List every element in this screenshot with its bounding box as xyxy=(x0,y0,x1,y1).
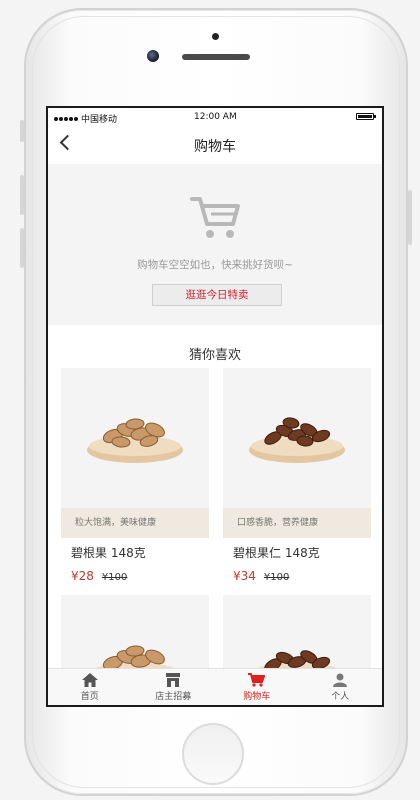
pecan-bowl-image xyxy=(87,418,183,463)
tab-cart[interactable]: 购物车 xyxy=(215,669,299,705)
tab-home[interactable]: 首页 xyxy=(48,669,132,705)
tab-label: 店主招募 xyxy=(155,692,192,702)
volume-down-button xyxy=(20,228,24,268)
volume-up-button xyxy=(20,175,24,215)
cart-icon xyxy=(248,673,266,687)
product-card[interactable]: 粒大饱满，美味健康 碧根果 148克 ¥28 ¥100 xyxy=(61,368,209,583)
home-icon xyxy=(81,673,98,687)
app-screen: 中国移动 12:00 AM 购物车 购物车空空如也，快来挑好货呗~ 逛逛今日特卖… xyxy=(46,106,384,707)
product-card[interactable]: 口感香脆，营养健康 碧根果仁 148克 ¥34 ¥100 xyxy=(223,368,371,583)
product-tagline: 口感香脆，营养健康 xyxy=(223,508,371,538)
product-price: ¥34 xyxy=(233,569,256,583)
earpiece-speaker xyxy=(182,54,250,60)
tab-bar: 首页 店主招募 购物车 个人 xyxy=(48,668,382,705)
product-old-price: ¥100 xyxy=(263,572,290,583)
tab-label: 首页 xyxy=(80,692,99,702)
product-grid: 粒大饱满，美味健康 碧根果 148克 ¥28 ¥100 口感香脆，营养健康 碧根… xyxy=(48,108,382,705)
product-tagline: 粒大饱满，美味健康 xyxy=(61,508,209,538)
power-button xyxy=(408,190,412,245)
user-icon xyxy=(333,673,348,687)
tab-store-recruit[interactable]: 店主招募 xyxy=(132,669,216,705)
tab-label: 个人 xyxy=(331,692,350,702)
tab-label: 购物车 xyxy=(243,692,271,702)
home-button[interactable] xyxy=(182,723,244,785)
front-camera xyxy=(147,50,159,62)
product-image: 口感香脆，营养健康 xyxy=(223,368,371,538)
proximity-sensor xyxy=(212,33,219,40)
product-name: 碧根果仁 148克 xyxy=(233,546,320,560)
tab-profile[interactable]: 个人 xyxy=(299,669,383,705)
product-old-price: ¥100 xyxy=(101,572,128,583)
store-icon xyxy=(166,673,181,687)
product-name: 碧根果 148克 xyxy=(71,546,146,560)
pecan-kernel-bowl-image xyxy=(249,417,345,463)
silent-switch xyxy=(20,120,24,142)
product-image: 粒大饱满，美味健康 xyxy=(61,368,209,538)
product-price: ¥28 xyxy=(71,569,94,583)
